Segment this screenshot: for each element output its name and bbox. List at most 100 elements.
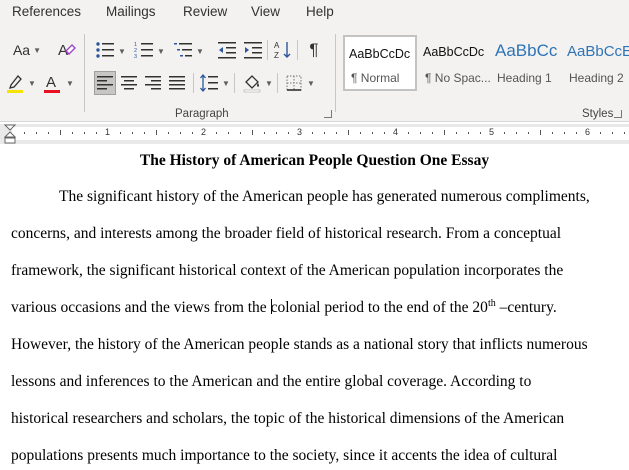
borders-button[interactable]	[283, 71, 305, 95]
increase-indent-icon	[244, 42, 262, 59]
ribbon-divider	[84, 34, 85, 112]
paragraph-group-label: Paragraph	[175, 108, 229, 120]
highlight-button[interactable]	[4, 71, 26, 95]
ruler-number: 4	[393, 127, 399, 137]
bullets-caret-icon[interactable]: ▼	[118, 47, 126, 56]
ruler-tick	[480, 132, 481, 134]
justify-button[interactable]	[166, 71, 188, 95]
ruler-tick	[60, 130, 61, 135]
ruler-tick	[72, 132, 73, 134]
numbered-list-icon: 1 2 3	[134, 42, 153, 59]
tab-references[interactable]: References	[12, 4, 81, 19]
ruler-tick	[144, 132, 145, 134]
style-no-spacing[interactable]: AaBbCcDc ¶ No Spac...	[419, 35, 495, 91]
paragraph-line: populations presents much importance to …	[11, 447, 558, 464]
indent-marker-icon[interactable]	[4, 124, 16, 144]
multilevel-list-icon	[174, 43, 192, 57]
ruler-tick	[468, 132, 469, 134]
shading-caret-icon[interactable]: ▼	[265, 79, 273, 88]
ruler-tick	[516, 132, 517, 134]
style-normal[interactable]: AaBbCcDc ¶ Normal	[343, 35, 417, 91]
align-left-icon	[97, 76, 113, 90]
ruler-tick	[540, 130, 541, 135]
ruler-tick	[324, 132, 325, 134]
ruler-tick	[504, 132, 505, 134]
ruler-tick	[384, 132, 385, 134]
borders-icon	[286, 75, 302, 91]
style-heading-2-name: Heading 2	[569, 71, 624, 85]
shading-button[interactable]	[241, 71, 263, 95]
multilevel-list-button[interactable]	[172, 39, 194, 61]
ruler-tick	[264, 132, 265, 134]
ruler-tick	[336, 132, 337, 134]
ruler-tick	[576, 132, 577, 134]
ruler-tick	[120, 132, 121, 134]
tab-review[interactable]: Review	[183, 4, 227, 19]
show-formatting-marks-button[interactable]: ¶	[303, 39, 325, 61]
align-center-button[interactable]	[118, 71, 140, 95]
ruler-number: 1	[105, 127, 111, 137]
clear-formatting-icon: A	[58, 42, 76, 59]
font-color-button[interactable]: A	[41, 71, 63, 95]
ruler-tick	[132, 132, 133, 134]
align-center-icon	[121, 76, 137, 90]
font-color-caret-icon[interactable]: ▼	[66, 79, 74, 88]
ruler-tick	[156, 130, 157, 135]
paragraph-line: However, the history of the American peo…	[11, 336, 588, 353]
ribbon-divider	[277, 73, 278, 93]
ruler-tick	[552, 132, 553, 134]
multilevel-caret-icon[interactable]: ▼	[196, 47, 204, 56]
styles-group-label: Styles	[582, 108, 614, 120]
ruler-tick	[456, 132, 457, 134]
clear-formatting-button[interactable]: A	[55, 39, 77, 61]
paragraph-line: concerns, and interests among the broade…	[11, 225, 562, 242]
svg-text:A: A	[46, 74, 56, 91]
style-no-spacing-name: ¶ No Spac...	[425, 71, 491, 85]
ruler-tick	[276, 132, 277, 134]
bullets-button[interactable]	[94, 39, 116, 61]
style-heading-1[interactable]: AaBbCc Heading 1	[491, 35, 567, 91]
ruler-tick	[408, 132, 409, 134]
ruler-tick	[312, 132, 313, 134]
ruler-tick	[252, 130, 253, 135]
svg-text:A: A	[274, 41, 280, 50]
ribbon: Aa ▼ A ▼ A ▼ ▼ 1 2 3 ▼ ▼ A Z ¶ ▼ ▼ ▼ Par…	[0, 26, 629, 122]
sort-button[interactable]: A Z	[272, 39, 294, 61]
decrease-indent-button[interactable]	[216, 39, 238, 61]
ruler-tick	[564, 132, 565, 134]
increase-indent-button[interactable]	[242, 39, 264, 61]
styles-dialog-launcher-icon[interactable]	[614, 110, 622, 118]
tab-view[interactable]: View	[251, 4, 280, 19]
ruler-tick	[24, 132, 25, 134]
paragraph-line: The significant history of the American …	[59, 188, 590, 205]
ruler-tick	[48, 132, 49, 134]
paragraph-dialog-launcher-icon[interactable]	[324, 110, 332, 118]
pilcrow-icon: ¶	[309, 40, 319, 59]
ruler-tick	[228, 132, 229, 134]
numbering-button[interactable]: 1 2 3	[133, 39, 155, 61]
ruler-tick	[600, 132, 601, 134]
ruler-tick	[168, 132, 169, 134]
line-spacing-button[interactable]	[198, 71, 220, 95]
document-page[interactable]: The History of American People Question …	[0, 144, 629, 470]
sort-icon: A Z	[274, 41, 291, 60]
numbering-caret-icon[interactable]: ▼	[157, 47, 165, 56]
borders-caret-icon[interactable]: ▼	[307, 79, 315, 88]
align-right-button[interactable]	[142, 71, 164, 95]
line-segment: –century.	[495, 299, 557, 316]
highlighter-icon	[7, 75, 23, 93]
ruler-tick	[288, 132, 289, 134]
highlight-caret-icon[interactable]: ▼	[28, 79, 36, 88]
style-heading-2[interactable]: AaBbCcE Heading 2	[563, 35, 629, 91]
justify-icon	[169, 76, 185, 90]
ruler-tick	[216, 132, 217, 134]
line-spacing-caret-icon[interactable]: ▼	[222, 79, 230, 88]
align-left-button[interactable]	[94, 71, 116, 95]
change-case-button[interactable]: Aa ▼	[12, 40, 42, 60]
paragraph-line: framework, the significant historical co…	[11, 262, 564, 279]
tab-help[interactable]: Help	[306, 4, 334, 19]
horizontal-ruler[interactable]: 1 2 3 4 5 6	[0, 124, 629, 144]
decrease-indent-icon	[218, 42, 236, 59]
tab-mailings[interactable]: Mailings	[106, 4, 156, 19]
paragraph-line: historical researchers and scholars, the…	[11, 410, 565, 427]
